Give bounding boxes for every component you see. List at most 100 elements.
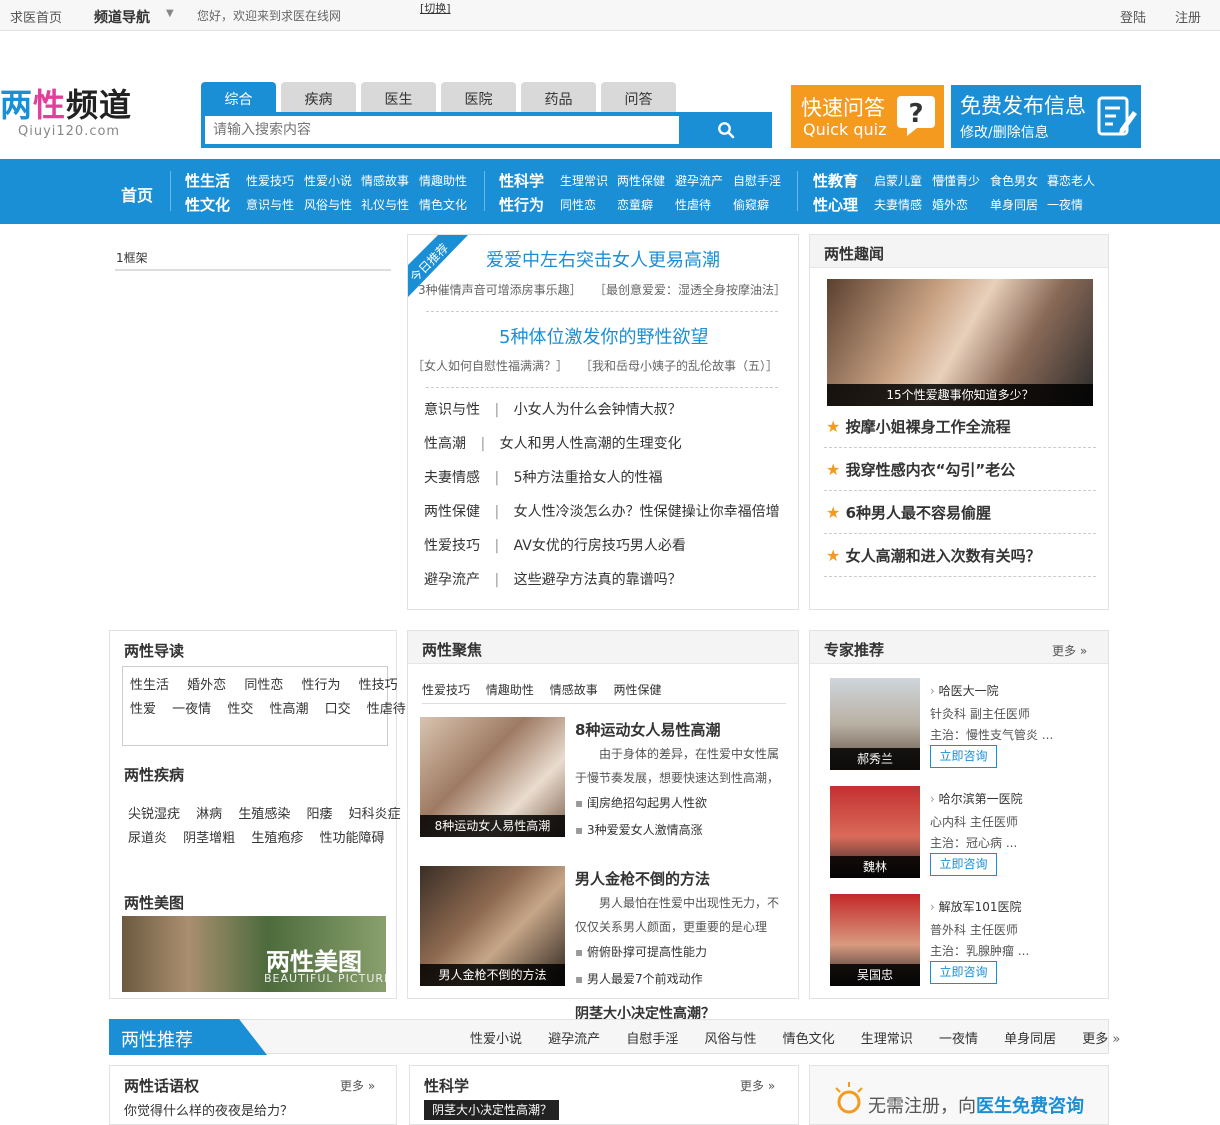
focus-tab[interactable]: 情感故事 xyxy=(550,683,598,697)
disease-link[interactable]: 淋病 xyxy=(196,807,222,822)
doctor-photo[interactable]: 吴国忠 xyxy=(830,894,920,986)
nav-sex-life[interactable]: 性生活 xyxy=(185,170,230,191)
recommend-link[interactable]: 生理常识 xyxy=(861,1032,913,1047)
home-link[interactable]: 求医首页 xyxy=(10,7,62,26)
list-item[interactable]: ★ 女人高潮和进入次数有关吗？ xyxy=(826,545,1041,566)
nav-link[interactable]: 启蒙儿童 xyxy=(874,172,922,189)
disease-link[interactable]: 尖锐湿疣 xyxy=(128,807,180,822)
recommend-link[interactable]: 情色文化 xyxy=(783,1032,835,1047)
disease-link[interactable]: 妇科炎症 xyxy=(349,807,401,822)
sub-link[interactable]: ［女人如何自慰性福满满？］ xyxy=(412,357,568,374)
article-title[interactable]: 8种运动女人易性高潮 xyxy=(575,719,720,740)
nav-link[interactable]: 情趣助性 xyxy=(419,172,467,189)
nav-link[interactable]: 情感故事 xyxy=(361,172,409,189)
nav-sex-culture[interactable]: 性文化 xyxy=(185,194,230,215)
disease-link[interactable]: 生殖疱疹 xyxy=(251,831,303,846)
tab-doctor[interactable]: 医生 xyxy=(361,82,436,112)
recommend-link[interactable]: 自慰手淫 xyxy=(626,1032,678,1047)
tag-link[interactable]: 性生活 xyxy=(130,678,169,693)
more-link[interactable]: 更多 » xyxy=(340,1077,375,1094)
more-link[interactable]: 更多 » xyxy=(740,1077,775,1094)
tab-hospital[interactable]: 医院 xyxy=(441,82,516,112)
chevron-down-icon[interactable]: ▼ xyxy=(166,8,174,19)
doctor-hospital[interactable]: › 解放军101医院 xyxy=(930,898,1022,915)
list-item[interactable]: 意识与性 | 小女人为什么会钟情大叔？ xyxy=(424,399,682,419)
nav-home[interactable]: 首页 xyxy=(121,182,153,206)
headline[interactable]: 爱爱中左右突击女人更易高潮 xyxy=(486,246,720,272)
nav-link[interactable]: 懵懂青少 xyxy=(932,172,980,189)
list-item[interactable]: 性爱技巧 | AV女优的行房技巧男人必看 xyxy=(424,535,686,555)
nav-sex-behavior[interactable]: 性行为 xyxy=(499,194,544,215)
nav-link[interactable]: 婚外恋 xyxy=(932,196,968,213)
doctor-photo[interactable]: 魏林 xyxy=(830,786,920,878)
list-item[interactable]: 夫妻情感 | 5种方法重拾女人的性福 xyxy=(424,467,663,487)
tag-link[interactable]: 婚外恋 xyxy=(187,678,226,693)
nav-link[interactable]: 生理常识 xyxy=(560,172,608,189)
talk-question[interactable]: 你觉得什么样的夜夜是给力？ xyxy=(124,1100,293,1119)
tab-qa[interactable]: 问答 xyxy=(601,82,676,112)
fun-photo[interactable]: 15个性爱趣事你知道多少？ xyxy=(827,279,1093,406)
site-logo[interactable]: 两性频道 Qiuyi120.com xyxy=(0,86,132,139)
login-link[interactable]: 登陆 xyxy=(1120,7,1146,26)
list-item[interactable]: 两性保健 | 女人性冷淡怎么办？性保健操让你幸福倍增 xyxy=(424,501,780,521)
nav-link[interactable]: 礼仪与性 xyxy=(361,196,409,213)
nav-link[interactable]: 风俗与性 xyxy=(304,196,352,213)
free-consult-banner[interactable]: 无需注册，向医生免费咨询 xyxy=(809,1065,1109,1125)
tab-medicine[interactable]: 药品 xyxy=(521,82,596,112)
doctor-hospital[interactable]: › 哈医大一院 xyxy=(930,682,999,699)
tag-link[interactable]: 口交 xyxy=(325,702,351,717)
focus-tab[interactable]: 情趣助性 xyxy=(486,683,534,697)
nav-link[interactable]: 夫妻情感 xyxy=(874,196,922,213)
nav-link[interactable]: 一夜情 xyxy=(1047,196,1083,213)
recommend-link[interactable]: 性爱小说 xyxy=(470,1032,522,1047)
consult-button[interactable]: 立即咨询 xyxy=(930,745,997,768)
article-photo[interactable]: 男人金枪不倒的方法 xyxy=(420,866,565,986)
nav-sex-psychology[interactable]: 性心理 xyxy=(813,194,858,215)
disease-link[interactable]: 性功能障碍 xyxy=(319,831,384,846)
tag-link[interactable]: 性爱 xyxy=(130,702,156,717)
register-link[interactable]: 注册 xyxy=(1175,7,1201,26)
more-link[interactable]: 更多 » xyxy=(1052,642,1087,659)
search-button[interactable] xyxy=(679,112,772,148)
tab-disease[interactable]: 疾病 xyxy=(281,82,356,112)
headline[interactable]: 5种体位激发你的野性欲望 xyxy=(499,323,708,349)
nav-link[interactable]: 单身同居 xyxy=(990,196,1038,213)
article-link[interactable]: ▪ 闺房绝招勾起男人性欲 xyxy=(575,794,707,811)
tag-link[interactable]: 性行为 xyxy=(301,678,340,693)
disease-link[interactable]: 生殖感染 xyxy=(238,807,290,822)
tab-all[interactable]: 综合 xyxy=(201,82,276,112)
recommend-link[interactable]: 风俗与性 xyxy=(704,1032,756,1047)
nav-link[interactable]: 偷窥癖 xyxy=(733,196,769,213)
article-link[interactable]: ▪ 男人最爱7个前戏动作 xyxy=(575,970,703,987)
free-publish-button[interactable]: 免费发布信息 修改/删除信息 xyxy=(951,85,1141,148)
nav-link[interactable]: 恋童癖 xyxy=(617,196,653,213)
recommend-link[interactable]: 单身同居 xyxy=(1004,1032,1056,1047)
nav-link[interactable]: 意识与性 xyxy=(246,196,294,213)
sub-link[interactable]: 3种催情声音可增添房事乐趣］ xyxy=(418,281,582,298)
nav-sex-education[interactable]: 性教育 xyxy=(813,170,858,191)
tag-link[interactable]: 性技巧 xyxy=(359,678,398,693)
list-item[interactable]: 避孕流产 | 这些避孕方法真的靠谱吗？ xyxy=(424,569,682,589)
beauty-banner[interactable]: 两性美图 BEAUTIFUL PICTURES xyxy=(122,916,386,992)
article-title[interactable]: 男人金枪不倒的方法 xyxy=(575,868,710,889)
list-item[interactable]: ★ 按摩小姐裸身工作全流程 xyxy=(826,416,1011,437)
doctor-hospital[interactable]: › 哈尔滨第一医院 xyxy=(930,790,1023,807)
nav-link[interactable]: 两性保健 xyxy=(617,172,665,189)
nav-link[interactable]: 情色文化 xyxy=(419,196,467,213)
article-link[interactable]: ▪ 俯俯卧撑可提高性能力 xyxy=(575,943,707,960)
quick-quiz-button[interactable]: 快速问答 Quick quiz ? xyxy=(791,85,944,148)
switch-link[interactable]: [切换] xyxy=(420,0,451,16)
tag-link[interactable]: 同性恋 xyxy=(244,678,283,693)
nav-link[interactable]: 避孕流产 xyxy=(675,172,723,189)
list-item[interactable]: ★ 我穿性感内衣“勾引”老公 xyxy=(826,459,1015,480)
consult-button[interactable]: 立即咨询 xyxy=(930,853,997,876)
list-item[interactable]: ★ 6种男人最不容易偷腥 xyxy=(826,502,991,523)
nav-link[interactable]: 自慰手淫 xyxy=(733,172,781,189)
focus-tab[interactable]: 两性保健 xyxy=(614,683,662,697)
tag-link[interactable]: 性交 xyxy=(227,702,253,717)
disease-link[interactable]: 尿道炎 xyxy=(128,831,167,846)
sub-link[interactable]: ［最创意爱爱：湿透全身按摩油法］ xyxy=(594,281,786,298)
search-input[interactable] xyxy=(205,116,679,144)
disease-link[interactable]: 阴茎增粗 xyxy=(183,831,235,846)
nav-link[interactable]: 同性恋 xyxy=(560,196,596,213)
